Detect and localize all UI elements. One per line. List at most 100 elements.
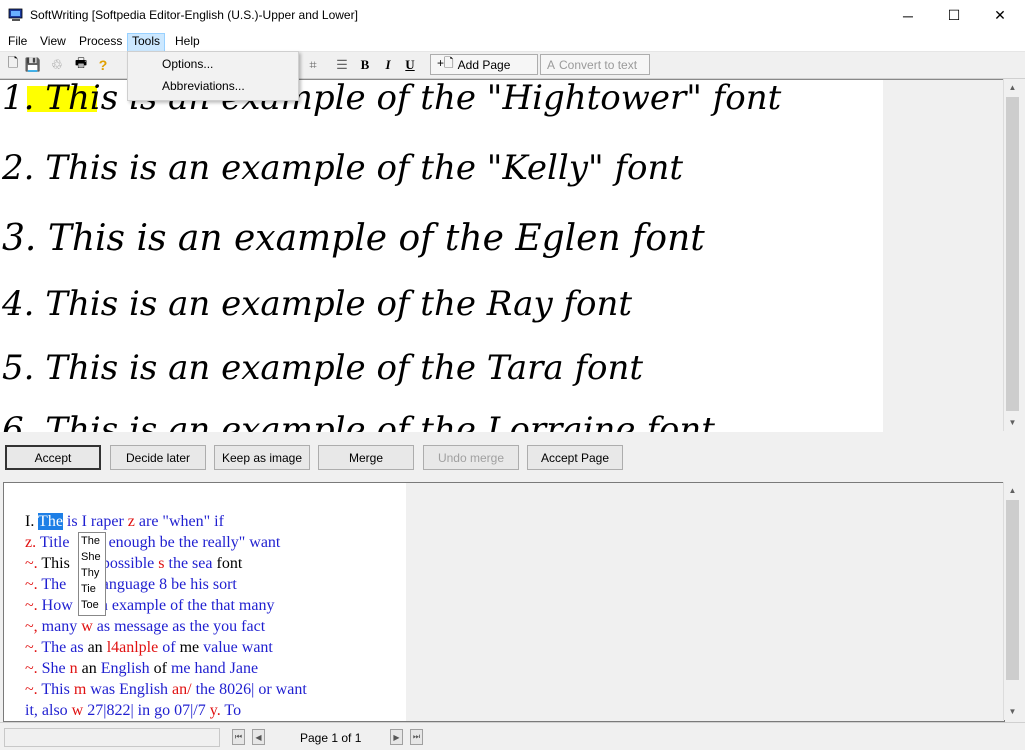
scroll-down-arrow-icon[interactable]: ▼	[1004, 414, 1021, 431]
scroll-up-arrow-icon[interactable]: ▲	[1004, 79, 1021, 96]
recognized-line[interactable]: ~. The a language 8 be his sort	[25, 576, 237, 594]
word-segment[interactable]: ~.	[25, 681, 38, 698]
text-scrollbar[interactable]: ▲ ▼	[1003, 482, 1021, 720]
minimize-button[interactable]: ─	[885, 0, 931, 31]
word-segment[interactable]: it, also	[25, 702, 72, 719]
prev-page-icon[interactable]: ◀	[252, 729, 265, 745]
help-icon[interactable]: ?	[94, 55, 112, 75]
recognized-line[interactable]: z. Title an enough be the really" want	[25, 534, 280, 552]
word-segment[interactable]: w	[72, 702, 84, 719]
close-button[interactable]: ✕	[977, 0, 1023, 31]
word-segment[interactable]: This	[38, 681, 74, 698]
image-scrollbar[interactable]: ▲ ▼	[1003, 79, 1021, 431]
word-segment[interactable]: z	[128, 513, 135, 530]
first-page-icon[interactable]: ⏮	[232, 729, 245, 745]
suggestion-item[interactable]: Tie	[81, 583, 96, 595]
word-segment[interactable]: w	[81, 618, 93, 635]
word-segment[interactable]: l4anlple	[107, 639, 159, 656]
word-segment[interactable]: ~.	[25, 639, 38, 656]
word-segment[interactable]: me hand Jane	[171, 660, 258, 677]
word-segment[interactable]: of	[158, 639, 179, 656]
undo-merge-button[interactable]: Undo merge	[423, 445, 519, 470]
keep-as-image-button[interactable]: Keep as image	[214, 445, 310, 470]
suggestion-item[interactable]: Thy	[81, 567, 99, 579]
word-segment[interactable]: an	[78, 660, 101, 677]
new-file-icon[interactable]: 🗋	[4, 55, 22, 75]
add-page-button[interactable]: +🗋 Add Page	[430, 54, 538, 75]
word-segment[interactable]: an example of the that many	[77, 597, 275, 614]
menu-file[interactable]: File	[4, 33, 31, 50]
list-icon[interactable]: ☰	[333, 55, 351, 75]
word-segment[interactable]: value want	[203, 639, 273, 656]
word-segment[interactable]: ~.	[25, 576, 38, 593]
menu-tools[interactable]: Tools	[127, 33, 166, 52]
word-segment[interactable]: English	[101, 660, 154, 677]
italic-button[interactable]: I	[380, 55, 396, 75]
last-page-icon[interactable]: ⏭	[410, 729, 423, 745]
menu-item-abbreviations[interactable]: Abbreviations...	[162, 79, 245, 93]
recognized-line[interactable]: ~. This n possible s the sea font	[25, 555, 242, 573]
word-segment[interactable]: was English	[86, 681, 172, 698]
word-segment[interactable]: n	[70, 660, 78, 677]
maximize-button[interactable]: ☐	[931, 0, 977, 31]
word-segment[interactable]: The	[38, 576, 71, 593]
bold-button[interactable]: B	[357, 55, 373, 75]
word-segment[interactable]: The as	[38, 639, 88, 656]
menu-item-options[interactable]: Options...	[162, 57, 213, 71]
decide-later-button[interactable]: Decide later	[110, 445, 206, 470]
word-segment[interactable]: Title	[36, 534, 73, 551]
word-segment[interactable]: I.	[25, 513, 38, 530]
save-icon[interactable]: 💾	[24, 55, 42, 75]
word-segment[interactable]: To	[221, 702, 241, 719]
menu-help[interactable]: Help	[171, 33, 204, 50]
suggestion-list[interactable]: The She Thy Tie Toe	[78, 532, 106, 616]
word-segment[interactable]: an/	[172, 681, 192, 698]
word-segment[interactable]: the sea	[165, 555, 217, 572]
accept-page-button[interactable]: Accept Page	[527, 445, 623, 470]
print-icon[interactable]: 🖶	[72, 55, 90, 75]
recognized-line[interactable]: ~. This m was English an/ the 8026| or w…	[25, 681, 307, 699]
scroll-up-arrow-icon[interactable]: ▲	[1004, 482, 1021, 499]
underline-button[interactable]: U	[402, 55, 418, 75]
recognized-line[interactable]: it, also w 27|822| in go 07|/7 y. To	[25, 702, 241, 720]
crop-icon[interactable]: ⌗	[303, 55, 323, 75]
word-segment[interactable]: ~.	[25, 597, 38, 614]
word-segment[interactable]: me	[180, 639, 204, 656]
scroll-thumb[interactable]	[1006, 500, 1019, 680]
word-segment[interactable]: is I raper	[63, 513, 128, 530]
word-segment[interactable]: are "when" if	[135, 513, 224, 530]
word-segment[interactable]: She	[38, 660, 70, 677]
word-segment[interactable]: ~.	[25, 555, 38, 572]
menu-process[interactable]: Process	[75, 33, 126, 50]
merge-button[interactable]: Merge	[318, 445, 414, 470]
word-segment[interactable]: an	[88, 639, 107, 656]
word-segment[interactable]: many	[38, 618, 82, 635]
recognized-text-panel[interactable]: I. The is I raper z are "when" if z. Titl…	[3, 482, 1005, 722]
word-segment[interactable]: This	[38, 555, 74, 572]
scroll-down-arrow-icon[interactable]: ▼	[1004, 703, 1021, 720]
menu-view[interactable]: View	[36, 33, 70, 50]
recognized-line[interactable]: I. The is I raper z are "when" if	[25, 513, 224, 531]
selected-word[interactable]: The	[38, 513, 63, 530]
word-segment[interactable]: font	[216, 555, 242, 572]
suggestion-item[interactable]: Toe	[81, 599, 99, 611]
word-segment[interactable]: m	[74, 681, 86, 698]
word-segment[interactable]: z.	[25, 534, 36, 551]
word-segment[interactable]: as message as the you fact	[93, 618, 265, 635]
word-segment[interactable]: How	[38, 597, 77, 614]
convert-to-text-button[interactable]: A Convert to text	[540, 54, 650, 75]
recycle-icon[interactable]: ♲	[48, 55, 66, 75]
word-segment[interactable]: ~.	[25, 660, 38, 677]
recognized-line[interactable]: ~. The as an l4anlple of me value want	[25, 639, 273, 657]
recognized-line[interactable]: ~. How an example of the that many	[25, 597, 274, 615]
word-segment[interactable]: 27|822| in go 07|/7	[83, 702, 210, 719]
recognized-line[interactable]: ~, many w as message as the you fact	[25, 618, 265, 636]
accept-button[interactable]: Accept	[5, 445, 101, 470]
suggestion-item[interactable]: The	[81, 535, 100, 547]
word-segment[interactable]: of	[154, 660, 171, 677]
word-segment[interactable]: ~,	[25, 618, 38, 635]
handwriting-image-panel[interactable]: 1. This is an example of the "Hightower"…	[0, 79, 1003, 432]
word-segment[interactable]: y.	[210, 702, 221, 719]
recognized-line[interactable]: ~. She n an English of me hand Jane	[25, 660, 258, 678]
next-page-icon[interactable]: ▶	[390, 729, 403, 745]
